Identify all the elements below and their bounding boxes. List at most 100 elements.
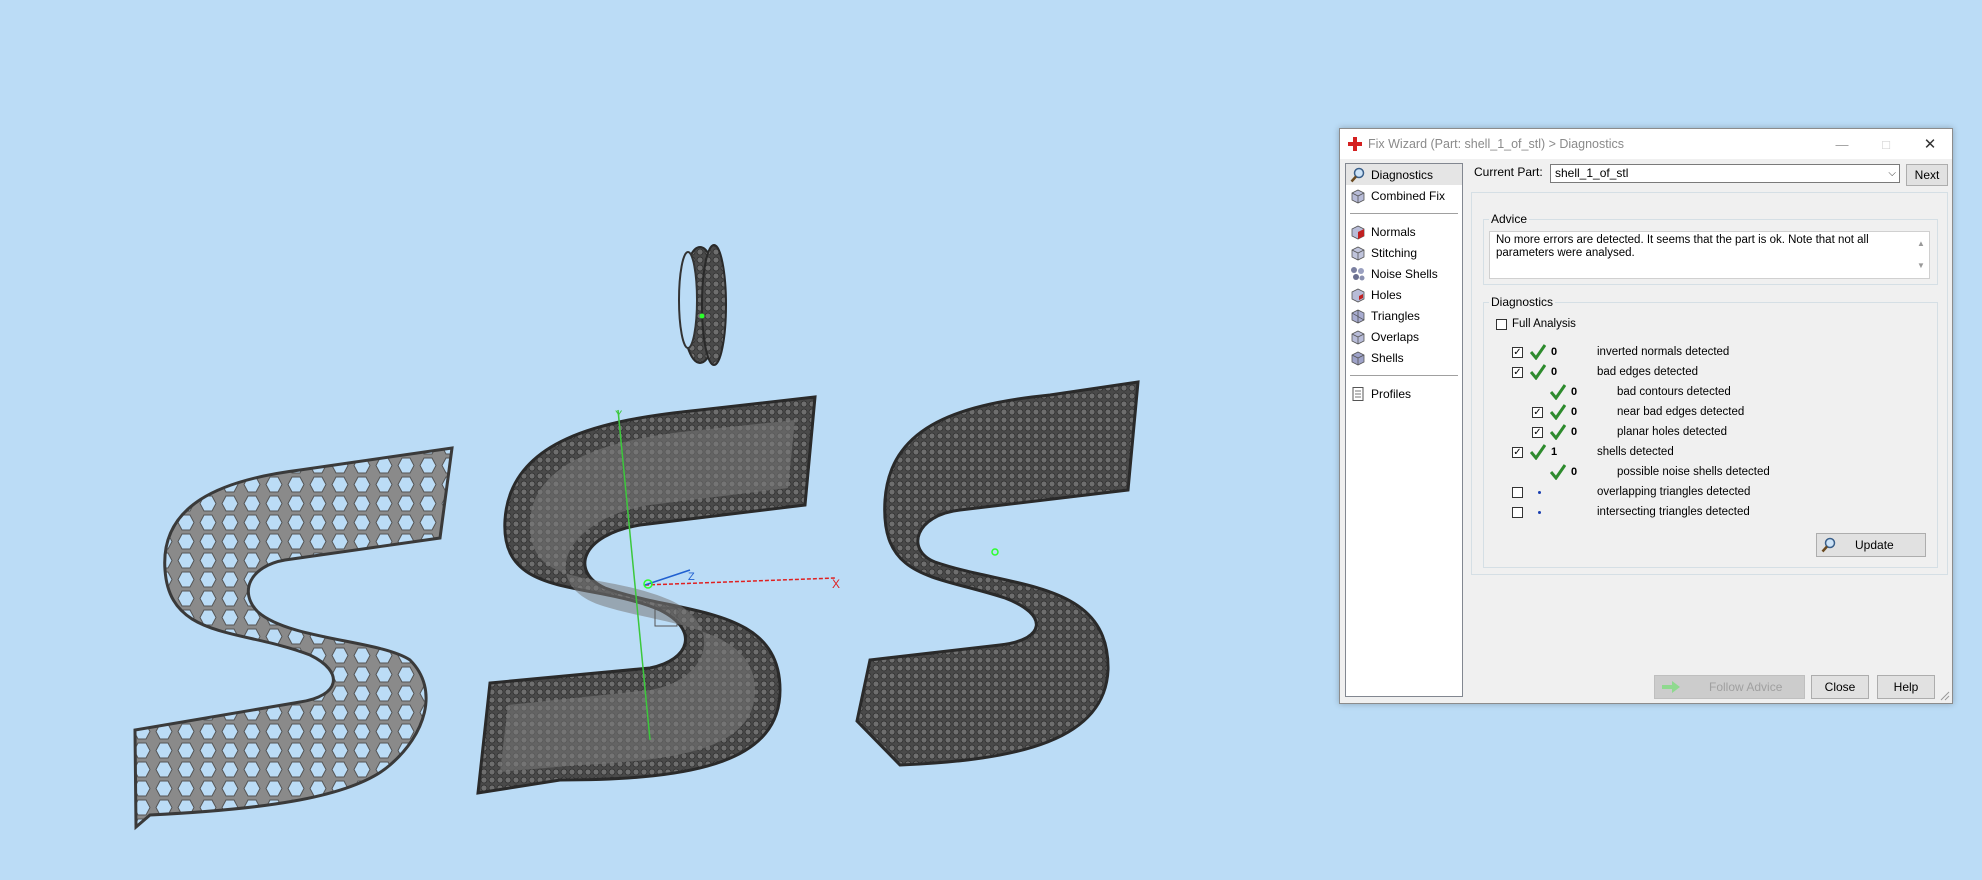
next-button[interactable]: Next (1906, 164, 1948, 186)
follow-advice-button[interactable]: Follow Advice (1654, 675, 1805, 699)
green-check-icon (1530, 364, 1546, 380)
advice-text-box: No more errors are detected. It seems th… (1489, 231, 1930, 279)
wizard-nav: Diagnostics Combined Fix Normals Stitchi… (1345, 163, 1463, 697)
minimize-button[interactable]: — (1820, 129, 1864, 159)
nav-separator (1350, 213, 1458, 214)
nav-item-normals[interactable]: Normals (1346, 221, 1462, 242)
full-analysis-checkbox[interactable] (1496, 319, 1507, 330)
current-part-value: shell_1_of_stl (1555, 166, 1629, 180)
magnifier-icon (1350, 167, 1365, 182)
nav-item-noise-shells[interactable]: Noise Shells (1346, 263, 1462, 284)
current-part-select[interactable]: shell_1_of_stl ⌵ (1550, 164, 1900, 183)
intersecting-triangles-checkbox[interactable] (1512, 507, 1523, 518)
nav-item-label: Diagnostics (1371, 167, 1434, 182)
intersecting-triangles-label: intersecting triangles detected (1597, 506, 1750, 518)
triangles-cube-icon (1351, 309, 1365, 323)
nav-item-combined-fix[interactable]: Combined Fix (1346, 185, 1462, 206)
advice-group: Advice No more errors are detected. It s… (1483, 212, 1938, 285)
cube-icon (1351, 189, 1365, 203)
close-button[interactable]: Close (1811, 675, 1869, 699)
dialog-title: Fix Wizard (Part: shell_1_of_stl) > Diag… (1368, 137, 1624, 151)
full-analysis-label: Full Analysis (1512, 318, 1576, 330)
inverted-normals-count: 0 (1551, 346, 1558, 358)
svg-text:Y: Y (615, 409, 623, 421)
dialog-titlebar[interactable]: Fix Wizard (Part: shell_1_of_stl) > Diag… (1340, 129, 1952, 159)
advice-scrollbar[interactable]: ▲ ▼ (1914, 233, 1928, 277)
not-analysed-dot-icon (1538, 491, 1541, 494)
nav-item-label: Normals (1371, 224, 1416, 239)
advice-text: No more errors are detected. It seems th… (1496, 234, 1869, 259)
noise-shells-label: possible noise shells detected (1617, 466, 1770, 478)
nav-item-label: Shells (1371, 350, 1404, 365)
shells-label: shells detected (1597, 446, 1674, 458)
overlapping-triangles-checkbox[interactable] (1512, 487, 1523, 498)
update-button-label: Update (1855, 538, 1894, 552)
nav-item-label: Noise Shells (1371, 266, 1438, 281)
z-axis-label: Z (688, 571, 695, 583)
bad-contours-count: 0 (1571, 386, 1578, 398)
red-cross-icon (1348, 137, 1362, 151)
not-analysed-dot-icon (1538, 511, 1541, 514)
overlaps-cube-icon (1351, 330, 1365, 344)
document-icon (1352, 386, 1364, 401)
part-s-frame[interactable]: Y X Z (476, 395, 840, 795)
inverted-normals-checkbox[interactable]: ✓ (1512, 347, 1523, 358)
update-button[interactable]: Update (1816, 533, 1926, 557)
nav-item-label: Triangles (1371, 308, 1420, 323)
nav-item-label: Stitching (1371, 245, 1418, 260)
green-check-icon (1550, 384, 1566, 400)
shells-checkbox[interactable]: ✓ (1512, 447, 1523, 458)
3d-viewport[interactable]: Y X Z (0, 0, 1330, 880)
advice-title: Advice (1489, 212, 1530, 226)
bad-edges-count: 0 (1551, 366, 1558, 378)
nav-item-holes[interactable]: Holes (1346, 284, 1462, 305)
bad-edges-checkbox[interactable]: ✓ (1512, 367, 1523, 378)
overlapping-triangles-label: overlapping triangles detected (1597, 486, 1751, 498)
planar-holes-label: planar holes detected (1617, 426, 1727, 438)
nav-item-label: Combined Fix (1371, 188, 1446, 203)
planar-holes-checkbox[interactable]: ✓ (1532, 427, 1543, 438)
nav-item-shells[interactable]: Shells (1346, 347, 1462, 368)
part-ring[interactable] (678, 244, 727, 366)
nav-item-diagnostics[interactable]: Diagnostics (1346, 164, 1462, 185)
green-check-icon (1530, 344, 1546, 360)
nav-item-label: Profiles (1371, 386, 1412, 401)
noise-shells-icon (1351, 266, 1365, 280)
near-bad-edges-count: 0 (1571, 406, 1578, 418)
nav-item-profiles[interactable]: Profiles (1346, 383, 1462, 404)
nav-separator (1350, 375, 1458, 376)
near-bad-edges-checkbox[interactable]: ✓ (1532, 407, 1543, 418)
near-bad-edges-label: near bad edges detected (1617, 406, 1745, 418)
part-s-honeycomb[interactable] (133, 446, 454, 831)
shells-cube-icon (1351, 351, 1365, 365)
arrow-right-icon (1662, 681, 1680, 693)
magnifier-icon (1821, 537, 1836, 553)
chevron-down-icon: ⌵ (1888, 168, 1896, 179)
x-axis-label: X (832, 577, 840, 591)
resize-grip-icon[interactable] (1940, 691, 1950, 701)
green-check-icon (1550, 464, 1566, 480)
diagnostics-title: Diagnostics (1489, 295, 1556, 309)
fix-wizard-dialog: Fix Wizard (Part: shell_1_of_stl) > Diag… (1339, 128, 1953, 704)
part-s-solid[interactable] (855, 380, 1140, 767)
nav-item-label: Holes (1371, 287, 1402, 302)
close-window-button[interactable]: ✕ (1908, 129, 1952, 159)
holes-cube-icon (1351, 288, 1365, 302)
stitching-cube-icon (1351, 246, 1365, 260)
green-check-icon (1530, 444, 1546, 460)
shells-count: 1 (1551, 446, 1558, 458)
nav-item-stitching[interactable]: Stitching (1346, 242, 1462, 263)
maximize-button[interactable]: □ (1864, 129, 1908, 159)
normals-cube-icon (1351, 225, 1365, 239)
current-part-label: Current Part: (1474, 165, 1543, 179)
noise-shells-count: 0 (1571, 466, 1578, 478)
follow-advice-label: Follow Advice (1709, 680, 1783, 694)
nav-item-triangles[interactable]: Triangles (1346, 305, 1462, 326)
nav-item-label: Overlaps (1371, 329, 1420, 344)
green-check-icon (1550, 424, 1566, 440)
help-button[interactable]: Help (1877, 675, 1935, 699)
planar-holes-count: 0 (1571, 426, 1578, 438)
nav-item-overlaps[interactable]: Overlaps (1346, 326, 1462, 347)
green-check-icon (1550, 404, 1566, 420)
bad-edges-label: bad edges detected (1597, 366, 1699, 378)
